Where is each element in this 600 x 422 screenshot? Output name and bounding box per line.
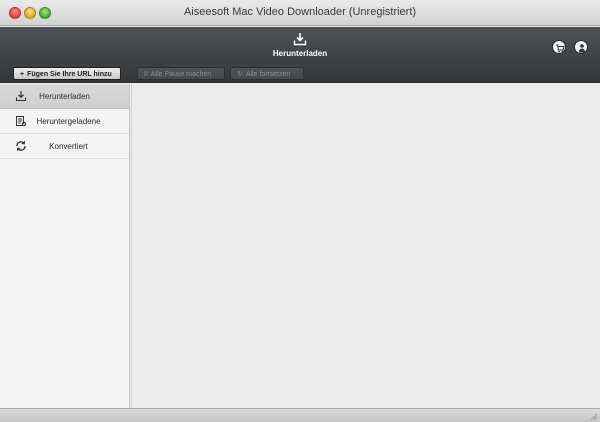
register-button[interactable] [574,40,588,54]
pause-all-button[interactable]: II Alle Pause machen [137,67,225,80]
pause-icon: II [144,71,148,78]
sidebar: Herunterladen Heruntergeladene Konvertie… [0,84,130,408]
add-url-button[interactable]: + Fügen Sie Ihre URL hinzu [13,67,121,80]
buy-button[interactable] [552,40,566,54]
sidebar-item-downloaded[interactable]: Heruntergeladene [0,109,129,134]
download-list-area[interactable] [131,84,600,408]
download-tray-icon [293,33,307,46]
sidebar-item-label: Konvertiert [49,142,88,151]
pause-all-label: Alle Pause machen [150,71,212,78]
app-window: Aiseesoft Mac Video Downloader (Unregist… [0,0,600,422]
resume-all-button[interactable]: ↻ Alle fortsetzen [230,67,304,80]
title-bar: Aiseesoft Mac Video Downloader (Unregist… [0,0,600,26]
download-tab-label: Herunterladen [272,49,328,58]
status-bar [0,408,600,422]
resize-grip-icon[interactable] [588,411,598,421]
user-icon [579,44,585,53]
sidebar-item-label: Herunterladen [39,92,90,101]
cart-icon [556,44,565,53]
main-toolbar: Herunterladen [0,27,600,64]
action-bar: + Fügen Sie Ihre URL hinzu II Alle Pause m… [0,64,600,83]
add-url-label: Fügen Sie Ihre URL hinzu [27,71,112,78]
refresh-icon: ↻ [237,71,243,78]
download-tab-button[interactable]: Herunterladen [266,32,334,62]
resume-all-label: Alle fortsetzen [245,71,291,78]
sidebar-item-label: Heruntergeladene [36,117,101,126]
sidebar-item-converted[interactable]: Konvertiert [0,134,129,159]
sidebar-item-download[interactable]: Herunterladen [0,84,129,109]
window-title: Aiseesoft Mac Video Downloader (Unregist… [183,6,417,18]
plus-icon: + [20,71,25,78]
